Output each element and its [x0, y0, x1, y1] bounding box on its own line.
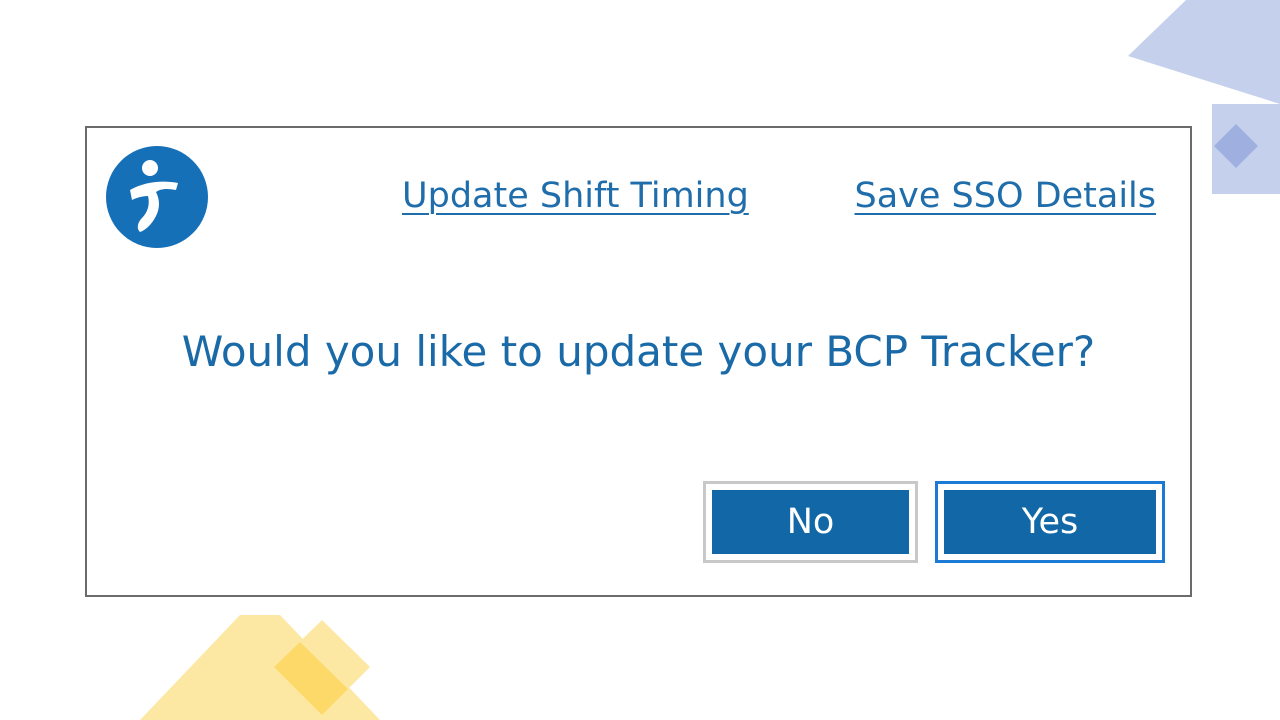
save-sso-details-link[interactable]: Save SSO Details — [855, 174, 1156, 218]
update-shift-timing-link[interactable]: Update Shift Timing — [402, 174, 749, 218]
yes-button[interactable]: Yes — [935, 481, 1165, 563]
dialog-question: Would you like to update your BCP Tracke… — [181, 327, 1096, 376]
no-button[interactable]: No — [703, 481, 918, 563]
bcp-tracker-dialog: Update Shift Timing Save SSO Details Wou… — [85, 126, 1192, 597]
screen: Update Shift Timing Save SSO Details Wou… — [0, 0, 1280, 720]
decorative-yellow-shapes — [140, 615, 380, 720]
runner-logo-icon — [106, 146, 208, 248]
